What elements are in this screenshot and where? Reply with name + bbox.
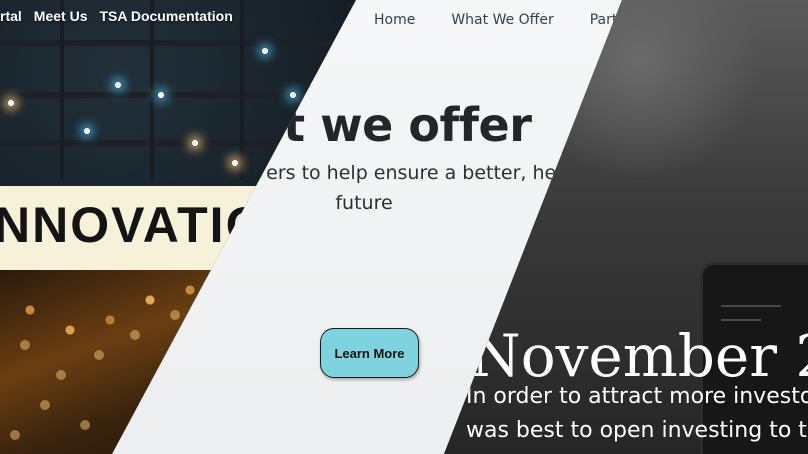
stage-light bbox=[8, 100, 14, 106]
learn-more-button[interactable]: Learn More bbox=[320, 328, 419, 378]
news-body-line-1: In order to attract more investo bbox=[466, 384, 808, 409]
beam bbox=[150, 0, 154, 180]
beam bbox=[240, 0, 244, 180]
beam bbox=[60, 0, 64, 180]
nav-link-home[interactable]: Home bbox=[374, 12, 415, 28]
stage-light bbox=[115, 82, 121, 88]
audience-member bbox=[170, 310, 180, 320]
nav-link-portal[interactable]: rtal bbox=[0, 8, 22, 24]
nav-link-tsa-documentation[interactable]: TSA Documentation bbox=[99, 8, 232, 24]
audience-member bbox=[80, 420, 90, 430]
stage-light bbox=[192, 140, 198, 146]
audience-member bbox=[94, 350, 104, 360]
stage-light bbox=[262, 48, 268, 54]
top-nav: Home What We Offer Part bbox=[374, 12, 617, 28]
audience-member bbox=[40, 400, 50, 410]
stage-light bbox=[232, 160, 238, 166]
screen-detail bbox=[721, 305, 781, 307]
stage-light bbox=[158, 92, 164, 98]
audience-member bbox=[10, 430, 20, 440]
screen-detail bbox=[721, 319, 761, 321]
audience-member bbox=[56, 370, 66, 380]
nav-link-what-we-offer[interactable]: What We Offer bbox=[451, 12, 553, 28]
news-body: In order to attract more investo was bes… bbox=[466, 380, 808, 448]
stage-light bbox=[84, 128, 90, 134]
nav-link-meet-us[interactable]: Meet Us bbox=[34, 8, 88, 24]
stage-light bbox=[290, 92, 296, 98]
news-body-line-2: was best to open investing to t bbox=[466, 418, 807, 443]
audience-member bbox=[130, 330, 140, 340]
left-nav: rtal Meet Us TSA Documentation bbox=[0, 8, 233, 24]
audience-member bbox=[20, 340, 30, 350]
truss bbox=[0, 40, 356, 46]
